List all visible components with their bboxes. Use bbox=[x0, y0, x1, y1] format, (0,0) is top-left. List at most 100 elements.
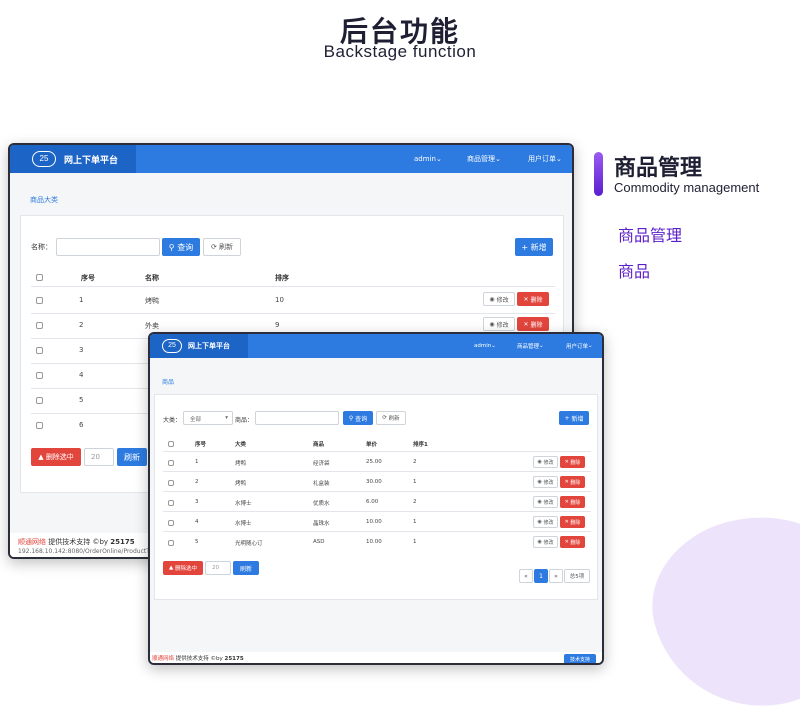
back-col-name: 名称 bbox=[145, 274, 159, 282]
front-category-select[interactable]: 全部 ▾ bbox=[183, 411, 233, 425]
back-breadcrumb[interactable]: 商品大类 bbox=[30, 195, 58, 205]
chevron-down-icon: ⌄ bbox=[539, 343, 544, 349]
feature-item-commodity-management[interactable]: 商品管理 bbox=[618, 222, 682, 246]
row-checkbox[interactable] bbox=[168, 540, 174, 546]
eye-icon: ◉ bbox=[537, 479, 542, 485]
row-edit-button[interactable]: ◉ 修改 bbox=[533, 516, 558, 528]
front-bottom-refresh-button[interactable]: 刷新 bbox=[233, 561, 259, 575]
back-refresh-button[interactable]: ⟳ 刷新 bbox=[203, 238, 241, 256]
back-nav-orders[interactable]: 用户订单 ⌄ bbox=[528, 145, 562, 173]
feature-title: 商品管理 bbox=[614, 156, 703, 181]
pagination-prev[interactable]: « bbox=[519, 569, 533, 583]
row-index: 3 bbox=[195, 499, 199, 505]
front-nav-orders[interactable]: 用户订单 ⌄ bbox=[566, 334, 593, 358]
plus-icon: + bbox=[521, 242, 529, 252]
back-footer-brand[interactable]: 顺通网络 bbox=[18, 538, 46, 546]
back-search-button[interactable]: ⚲ 查询 bbox=[162, 238, 200, 256]
row-price: 6.00 bbox=[366, 499, 379, 505]
row-edit-label: 修改 bbox=[496, 296, 509, 304]
row-edit-button[interactable]: ◉ 修改 bbox=[533, 456, 558, 468]
row-edit-label: 修改 bbox=[543, 539, 554, 546]
row-edit-button[interactable]: ◉ 修改 bbox=[533, 536, 558, 548]
row-divider bbox=[163, 511, 591, 512]
row-delete-button[interactable]: ✕ 删除 bbox=[517, 292, 549, 306]
row-checkbox[interactable] bbox=[36, 372, 43, 379]
front-logo: 25 bbox=[162, 339, 182, 353]
front-search-button[interactable]: ⚲ 查询 bbox=[343, 411, 373, 425]
back-batch-delete-button[interactable]: ▲ 删除选中 bbox=[31, 448, 81, 466]
back-select-all-checkbox[interactable] bbox=[36, 274, 43, 281]
front-col-index: 序号 bbox=[195, 442, 207, 448]
front-page-size-input[interactable]: 20 bbox=[205, 561, 231, 575]
back-status-url: 192.168.10.142:8080/OrderOnline/ProductT… bbox=[18, 548, 157, 555]
front-brand[interactable]: 25 网上下单平台 bbox=[150, 334, 248, 358]
back-brand-name: 网上下单平台 bbox=[64, 155, 119, 166]
eye-icon: ◉ bbox=[537, 459, 542, 465]
back-footer-text: 提供技术支持 ©by bbox=[46, 538, 111, 546]
row-checkbox[interactable] bbox=[36, 347, 43, 354]
row-delete-button[interactable]: ✕ 删除 bbox=[560, 496, 585, 508]
front-footer-num: 25175 bbox=[224, 656, 244, 662]
feature-item-commodity[interactable]: 商品 bbox=[618, 258, 650, 282]
row-price: 10.00 bbox=[366, 519, 382, 525]
row-checkbox[interactable] bbox=[36, 422, 43, 429]
pagination-next[interactable]: » bbox=[549, 569, 563, 583]
front-breadcrumb[interactable]: 商品 bbox=[162, 377, 174, 386]
front-nav-products[interactable]: 商品管理 ⌄ bbox=[517, 334, 544, 358]
back-nav-products[interactable]: 商品管理 ⌄ bbox=[467, 145, 501, 173]
row-checkbox[interactable] bbox=[36, 297, 43, 304]
back-page-size-input[interactable]: 20 bbox=[84, 448, 114, 466]
row-index: 5 bbox=[195, 539, 199, 545]
row-product: 晶珠水 bbox=[313, 521, 330, 527]
row-delete-label: 删除 bbox=[530, 296, 543, 304]
row-index: 1 bbox=[79, 296, 84, 304]
back-bottom-refresh-button[interactable]: 刷新 bbox=[117, 448, 147, 466]
trash-icon: ▲ bbox=[38, 453, 44, 461]
row-edit-button[interactable]: ◉ 修改 bbox=[483, 317, 515, 331]
row-delete-button[interactable]: ✕ 删除 bbox=[560, 536, 585, 548]
row-edit-button[interactable]: ◉ 修改 bbox=[533, 496, 558, 508]
row-sort: 9 bbox=[275, 321, 280, 329]
feature-subtitle: Commodity management bbox=[614, 180, 760, 195]
row-delete-button[interactable]: ✕ 删除 bbox=[560, 456, 585, 468]
front-add-button-label: 新增 bbox=[571, 415, 584, 423]
row-delete-button[interactable]: ✕ 删除 bbox=[517, 317, 549, 331]
front-batch-delete-button[interactable]: ▲ 删除选中 bbox=[163, 561, 203, 575]
front-col-price: 单价 bbox=[366, 442, 378, 448]
front-support-button[interactable]: 技术支持 bbox=[564, 654, 596, 663]
front-product-input[interactable] bbox=[255, 411, 339, 425]
eye-icon: ◉ bbox=[489, 295, 495, 303]
back-add-button[interactable]: + 新增 bbox=[515, 238, 553, 256]
refresh-icon: ⟳ bbox=[382, 415, 387, 421]
back-brand[interactable]: 25 网上下单平台 bbox=[10, 145, 136, 173]
back-search-label: 名称： bbox=[31, 243, 52, 251]
back-nav-admin[interactable]: admin ⌄ bbox=[414, 145, 442, 173]
row-category: 烤鸭 bbox=[235, 481, 247, 487]
row-edit-button[interactable]: ◉ 修改 bbox=[483, 292, 515, 306]
row-checkbox[interactable] bbox=[168, 480, 174, 486]
front-nav-admin[interactable]: admin ⌄ bbox=[474, 334, 496, 358]
row-sort: 2 bbox=[413, 459, 417, 465]
front-footer-brand[interactable]: 顺通网络 bbox=[152, 656, 174, 662]
row-delete-label: 删除 bbox=[570, 519, 581, 526]
row-checkbox[interactable] bbox=[168, 500, 174, 506]
front-add-button[interactable]: + 新增 bbox=[559, 411, 589, 425]
pagination-page-1[interactable]: 1 bbox=[534, 569, 548, 583]
row-checkbox[interactable] bbox=[168, 520, 174, 526]
front-select-all-checkbox[interactable] bbox=[168, 441, 174, 447]
back-search-input[interactable] bbox=[56, 238, 160, 256]
row-delete-button[interactable]: ✕ 删除 bbox=[560, 476, 585, 488]
decorative-blob bbox=[634, 496, 800, 724]
row-checkbox[interactable] bbox=[168, 460, 174, 466]
row-checkbox[interactable] bbox=[36, 397, 43, 404]
row-edit-button[interactable]: ◉ 修改 bbox=[533, 476, 558, 488]
row-index: 6 bbox=[79, 421, 84, 429]
front-refresh-button[interactable]: ⟳ 刷新 bbox=[376, 411, 406, 425]
row-delete-button[interactable]: ✕ 删除 bbox=[560, 516, 585, 528]
row-checkbox[interactable] bbox=[36, 322, 43, 329]
row-index: 4 bbox=[79, 371, 84, 379]
back-nav-orders-label: 用户订单 bbox=[528, 155, 556, 163]
search-icon: ⚲ bbox=[168, 242, 175, 252]
caret-down-icon: ▾ bbox=[225, 415, 228, 421]
front-search-button-label: 查询 bbox=[355, 415, 368, 423]
